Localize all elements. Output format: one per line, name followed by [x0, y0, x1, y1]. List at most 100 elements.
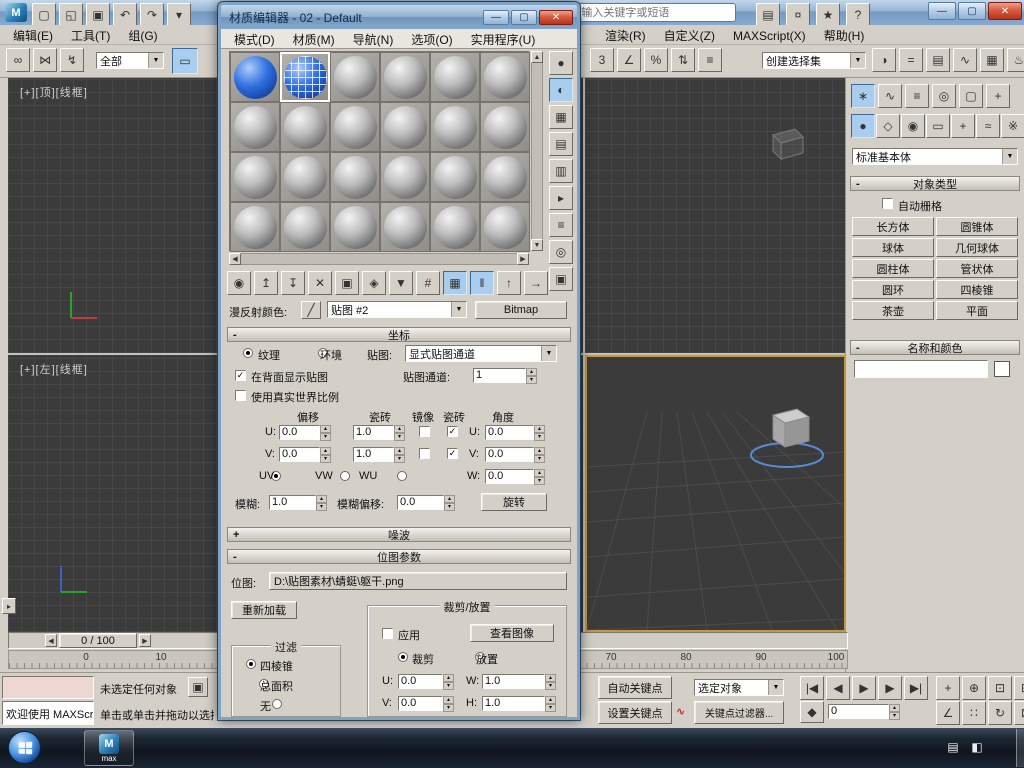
- material-id-channel-icon[interactable]: #: [416, 271, 440, 295]
- select-by-material-icon[interactable]: ◎: [549, 240, 573, 264]
- new-scene-icon[interactable]: ▢: [32, 3, 56, 27]
- menu-item[interactable]: MAXScript(X): [724, 27, 815, 45]
- start-button[interactable]: [8, 731, 41, 764]
- time-slider-prev-icon[interactable]: ◀: [45, 634, 57, 647]
- menu-item[interactable]: 帮助(H): [815, 25, 874, 46]
- subtab-geometry-icon[interactable]: ●: [851, 114, 875, 138]
- go-to-parent-icon[interactable]: ↑: [497, 271, 521, 295]
- object-button-长方体[interactable]: 长方体: [852, 217, 934, 236]
- slots-vscrollbar[interactable]: ▲ ▼: [531, 51, 543, 251]
- time-slider-next-icon[interactable]: ▶: [139, 634, 151, 647]
- render-setup-icon[interactable]: ♨: [1007, 48, 1024, 72]
- wu-radio[interactable]: [397, 471, 407, 481]
- material-editor-titlebar[interactable]: 材质编辑器 - 02 - Default — ▢ ✕: [221, 5, 577, 29]
- subtab-spacewarps-icon[interactable]: ≈: [976, 114, 1000, 138]
- u-tile-checkbox[interactable]: ✓: [447, 426, 458, 437]
- material-sample-slot[interactable]: [480, 102, 530, 152]
- macro-recorder-pane[interactable]: [2, 676, 94, 699]
- named-selection-dropdown[interactable]: 创建选择集▼: [762, 52, 866, 69]
- menu-item[interactable]: 组(G): [119, 25, 166, 46]
- material-sample-slot[interactable]: [430, 102, 480, 152]
- subtab-shapes-icon[interactable]: ◇: [876, 114, 900, 138]
- tab-motion-icon[interactable]: ◎: [932, 84, 956, 108]
- tab-display-icon[interactable]: ▢: [959, 84, 983, 108]
- scroll-up-icon[interactable]: ▲: [531, 51, 543, 63]
- crop-u-spinner[interactable]: 0.0▴▾: [398, 674, 454, 689]
- material-sample-slot[interactable]: [330, 202, 380, 252]
- material-sample-slot[interactable]: [480, 52, 530, 102]
- go-forward-to-sibling-icon[interactable]: →: [524, 271, 548, 295]
- object-button-管状体[interactable]: 管状体: [936, 259, 1018, 278]
- u-mirror-checkbox[interactable]: [419, 426, 430, 437]
- spinner-snap-icon[interactable]: ⇅: [671, 48, 695, 72]
- material-sample-slot[interactable]: [480, 202, 530, 252]
- material-sample-slot[interactable]: [430, 202, 480, 252]
- me-minimize-button[interactable]: —: [483, 10, 509, 25]
- reload-button[interactable]: 重新加载: [231, 601, 297, 619]
- save-file-icon[interactable]: ▣: [86, 3, 110, 27]
- scene-menu-icon[interactable]: ▾: [167, 3, 191, 27]
- vw-radio[interactable]: [340, 471, 350, 481]
- object-color-swatch[interactable]: [994, 361, 1010, 377]
- me-menu-item[interactable]: 材质(M): [284, 29, 344, 50]
- name-color-rollout[interactable]: - 名称和颜色: [850, 340, 1020, 355]
- scroll-left-icon[interactable]: ◀: [229, 253, 241, 265]
- key-filter-curve-icon[interactable]: ∿: [676, 705, 692, 721]
- scroll-right-icon[interactable]: ▶: [517, 253, 529, 265]
- object-button-四棱锥[interactable]: 四棱锥: [936, 280, 1018, 299]
- material-editor-options-icon[interactable]: ≡: [549, 213, 573, 237]
- help-icon[interactable]: ?: [846, 3, 870, 27]
- select-and-link-icon[interactable]: ∞: [6, 48, 30, 72]
- sample-uv-tiling-icon[interactable]: ▤: [549, 132, 573, 156]
- layer-manager-icon[interactable]: ▤: [926, 48, 950, 72]
- max-logo-icon[interactable]: M: [5, 3, 27, 22]
- subtab-lights-icon[interactable]: ◉: [901, 114, 925, 138]
- v-angle-spinner[interactable]: 0.0▴▾: [485, 447, 545, 462]
- maxscript-listener[interactable]: 欢迎使用 MAXScript: [2, 701, 94, 725]
- go-to-start-button[interactable]: |◀: [800, 676, 824, 700]
- object-button-圆环[interactable]: 圆环: [852, 280, 934, 299]
- tray-input-icon[interactable]: ▤: [944, 738, 962, 756]
- selection-lock-icon[interactable]: ▣: [188, 677, 208, 697]
- bitmap-params-rollout[interactable]: - 位图参数: [227, 549, 571, 564]
- orbit-icon[interactable]: ↻: [988, 701, 1012, 725]
- rotate-button[interactable]: 旋转: [481, 493, 547, 511]
- subtab-helpers-icon[interactable]: +: [951, 114, 975, 138]
- redo-icon[interactable]: ↷: [140, 3, 164, 27]
- previous-frame-button[interactable]: ◀: [826, 676, 850, 700]
- map-type-button[interactable]: Bitmap: [475, 301, 567, 319]
- pick-color-eyedropper-icon[interactable]: ╱: [301, 301, 321, 319]
- tab-modify-icon[interactable]: ∿: [878, 84, 902, 108]
- v-tiling-spinner[interactable]: 1.0▴▾: [353, 447, 405, 462]
- next-frame-button[interactable]: ▶: [878, 676, 902, 700]
- key-filters-button[interactable]: 关键点过滤器...: [694, 701, 784, 724]
- mirror-icon[interactable]: ◑: [872, 48, 896, 72]
- percent-snap-icon[interactable]: %: [644, 48, 668, 72]
- make-unique-icon[interactable]: ◈: [362, 271, 386, 295]
- selection-set-dropdown[interactable]: 选定对象▼: [694, 679, 784, 696]
- viewport-front[interactable]: [585, 78, 846, 353]
- angle-snap-icon[interactable]: ∠: [617, 48, 641, 72]
- select-object-icon[interactable]: ▭: [172, 48, 198, 74]
- noise-rollout[interactable]: + 噪波: [227, 527, 571, 542]
- material-sample-slot[interactable]: [280, 52, 330, 102]
- object-button-平面[interactable]: 平面: [936, 301, 1018, 320]
- make-material-copy-icon[interactable]: ▣: [335, 271, 359, 295]
- selection-filter-dropdown[interactable]: 全部▼: [96, 52, 164, 69]
- tab-utilities-icon[interactable]: +: [986, 84, 1010, 108]
- close-button[interactable]: ✕: [988, 2, 1022, 20]
- object-button-几何球体[interactable]: 几何球体: [936, 238, 1018, 257]
- apply-checkbox[interactable]: [382, 628, 393, 639]
- put-to-library-icon[interactable]: ▼: [389, 271, 413, 295]
- view-image-button[interactable]: 查看图像: [470, 624, 554, 642]
- search-input[interactable]: [581, 7, 731, 19]
- zoom-extents-icon[interactable]: ⊡: [988, 676, 1012, 700]
- object-type-rollout[interactable]: - 对象类型: [850, 176, 1020, 191]
- material-map-navigator-icon[interactable]: ▣: [549, 267, 573, 291]
- tab-hierarchy-icon[interactable]: ≡: [905, 84, 929, 108]
- current-frame-spinner[interactable]: 0▴▾: [828, 704, 900, 719]
- zoom-all-icon[interactable]: ⊕: [962, 676, 986, 700]
- autogrid-checkbox[interactable]: [882, 198, 893, 209]
- w-angle-spinner[interactable]: 0.0▴▾: [485, 469, 545, 484]
- communication-center-icon[interactable]: ▤: [756, 3, 780, 27]
